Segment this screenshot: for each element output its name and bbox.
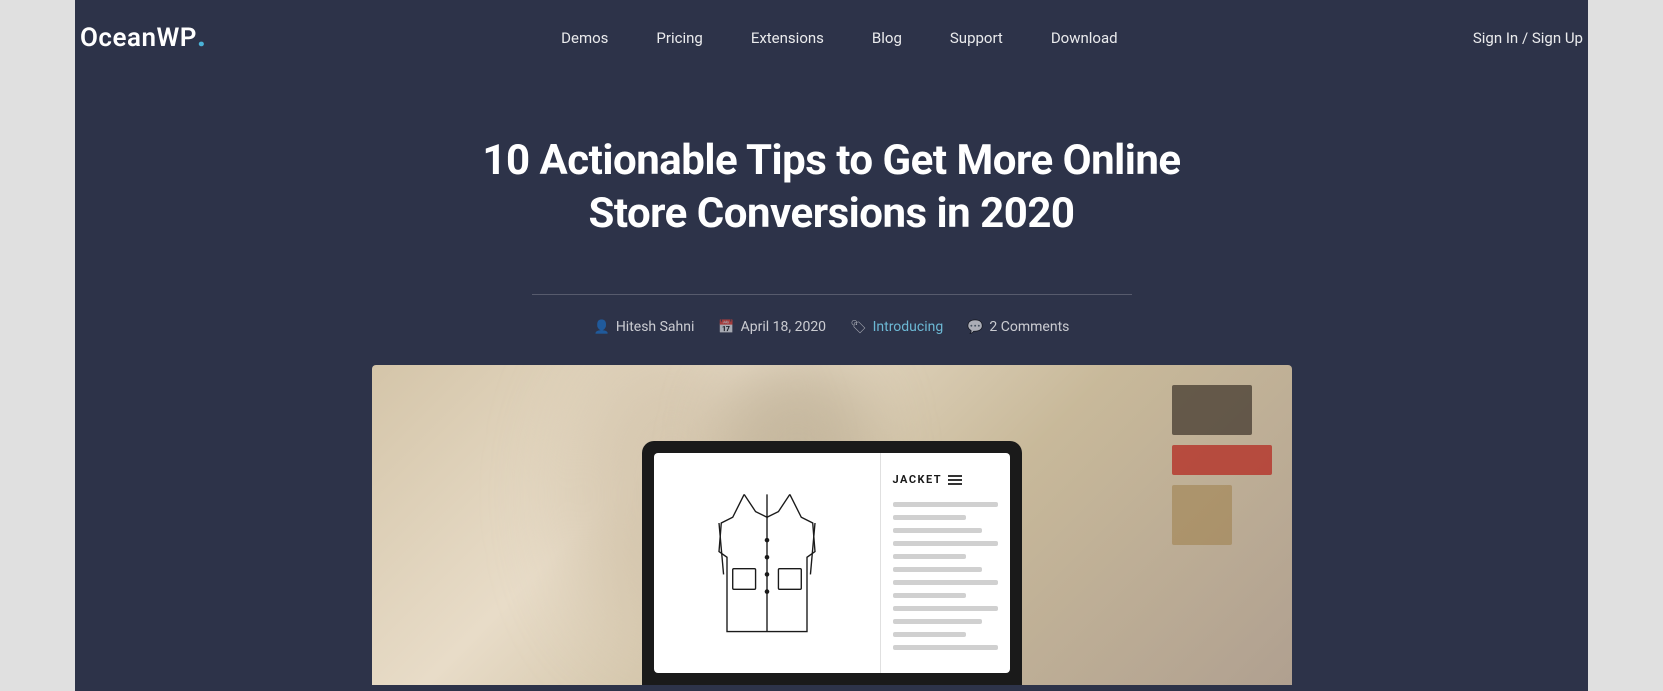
nav-extensions[interactable]: Extensions bbox=[751, 29, 824, 47]
page-wrapper: OceanWP. Demos Pricing Extensions Blog S… bbox=[0, 0, 1663, 691]
title-divider bbox=[532, 294, 1132, 295]
screen-bar-3 bbox=[948, 483, 962, 485]
main-content: 10 Actionable Tips to Get More Online St… bbox=[0, 75, 1663, 691]
text-line-7 bbox=[893, 580, 998, 585]
featured-image: JACKET bbox=[372, 365, 1292, 685]
shelf-decoration bbox=[1172, 385, 1272, 545]
author-name: Hitesh Sahni bbox=[616, 319, 695, 335]
meta-author: 👤 Hitesh Sahni bbox=[594, 319, 695, 335]
category-link[interactable]: Introducing bbox=[873, 319, 944, 335]
screen-product-title: JACKET bbox=[893, 473, 943, 486]
article-meta: 👤 Hitesh Sahni 📅 April 18, 2020 🏷 Introd… bbox=[594, 319, 1070, 335]
meta-category: 🏷 Introducing bbox=[850, 319, 943, 335]
text-line-2 bbox=[893, 515, 967, 520]
publish-date: April 18, 2020 bbox=[741, 319, 826, 335]
author-icon: 👤 bbox=[594, 320, 610, 335]
text-line-1 bbox=[893, 502, 998, 507]
text-line-8 bbox=[893, 593, 967, 598]
shelf-item-dark bbox=[1172, 385, 1252, 435]
meta-comments: 💬 2 Comments bbox=[967, 319, 1069, 335]
nav-auth: Sign In / Sign Up bbox=[1473, 29, 1583, 47]
nav-support[interactable]: Support bbox=[950, 29, 1003, 47]
sign-in-link[interactable]: Sign In / Sign Up bbox=[1473, 29, 1583, 47]
article-title: 10 Actionable Tips to Get More Online St… bbox=[442, 135, 1222, 240]
text-line-6 bbox=[893, 567, 982, 572]
laptop-frame: JACKET bbox=[642, 441, 1022, 685]
text-line-5 bbox=[893, 554, 967, 559]
sidebar-left-panel bbox=[0, 0, 75, 691]
article-header: 10 Actionable Tips to Get More Online St… bbox=[442, 135, 1222, 240]
jacket-illustration bbox=[707, 483, 827, 643]
comments-count: 2 Comments bbox=[989, 319, 1069, 335]
text-line-3 bbox=[893, 528, 982, 533]
meta-date: 📅 April 18, 2020 bbox=[718, 319, 826, 335]
nav-blog[interactable]: Blog bbox=[872, 29, 902, 47]
logo-text: OceanWP bbox=[80, 23, 197, 53]
screen-bars-icon bbox=[948, 475, 962, 485]
screen-title-bar: JACKET bbox=[893, 473, 998, 486]
sidebar-right-panel bbox=[1588, 0, 1663, 691]
main-nav: Demos Pricing Extensions Blog Support Do… bbox=[561, 29, 1117, 47]
logo-link[interactable]: OceanWP. bbox=[80, 22, 206, 53]
screen-bar-2 bbox=[948, 479, 962, 481]
screen-jacket-area bbox=[654, 453, 880, 673]
shelf-item-red bbox=[1172, 445, 1272, 475]
site-header: OceanWP. Demos Pricing Extensions Blog S… bbox=[0, 0, 1663, 75]
comments-icon: 💬 bbox=[967, 320, 983, 335]
laptop-screen: JACKET bbox=[654, 453, 1010, 673]
text-line-11 bbox=[893, 632, 967, 637]
nav-pricing[interactable]: Pricing bbox=[656, 29, 702, 47]
screen-bar-1 bbox=[948, 475, 962, 477]
nav-demos[interactable]: Demos bbox=[561, 29, 608, 47]
calendar-icon: 📅 bbox=[718, 320, 734, 335]
text-line-9 bbox=[893, 606, 998, 611]
nav-download[interactable]: Download bbox=[1051, 29, 1118, 47]
screen-product-info: JACKET bbox=[880, 453, 1010, 673]
laptop-mockup: JACKET bbox=[642, 441, 1022, 685]
category-icon: 🏷 bbox=[850, 320, 867, 335]
logo-dot: . bbox=[197, 22, 206, 52]
shelf-item-tan bbox=[1172, 485, 1232, 545]
text-line-4 bbox=[893, 541, 998, 546]
text-line-10 bbox=[893, 619, 982, 624]
text-line-12 bbox=[893, 645, 998, 650]
